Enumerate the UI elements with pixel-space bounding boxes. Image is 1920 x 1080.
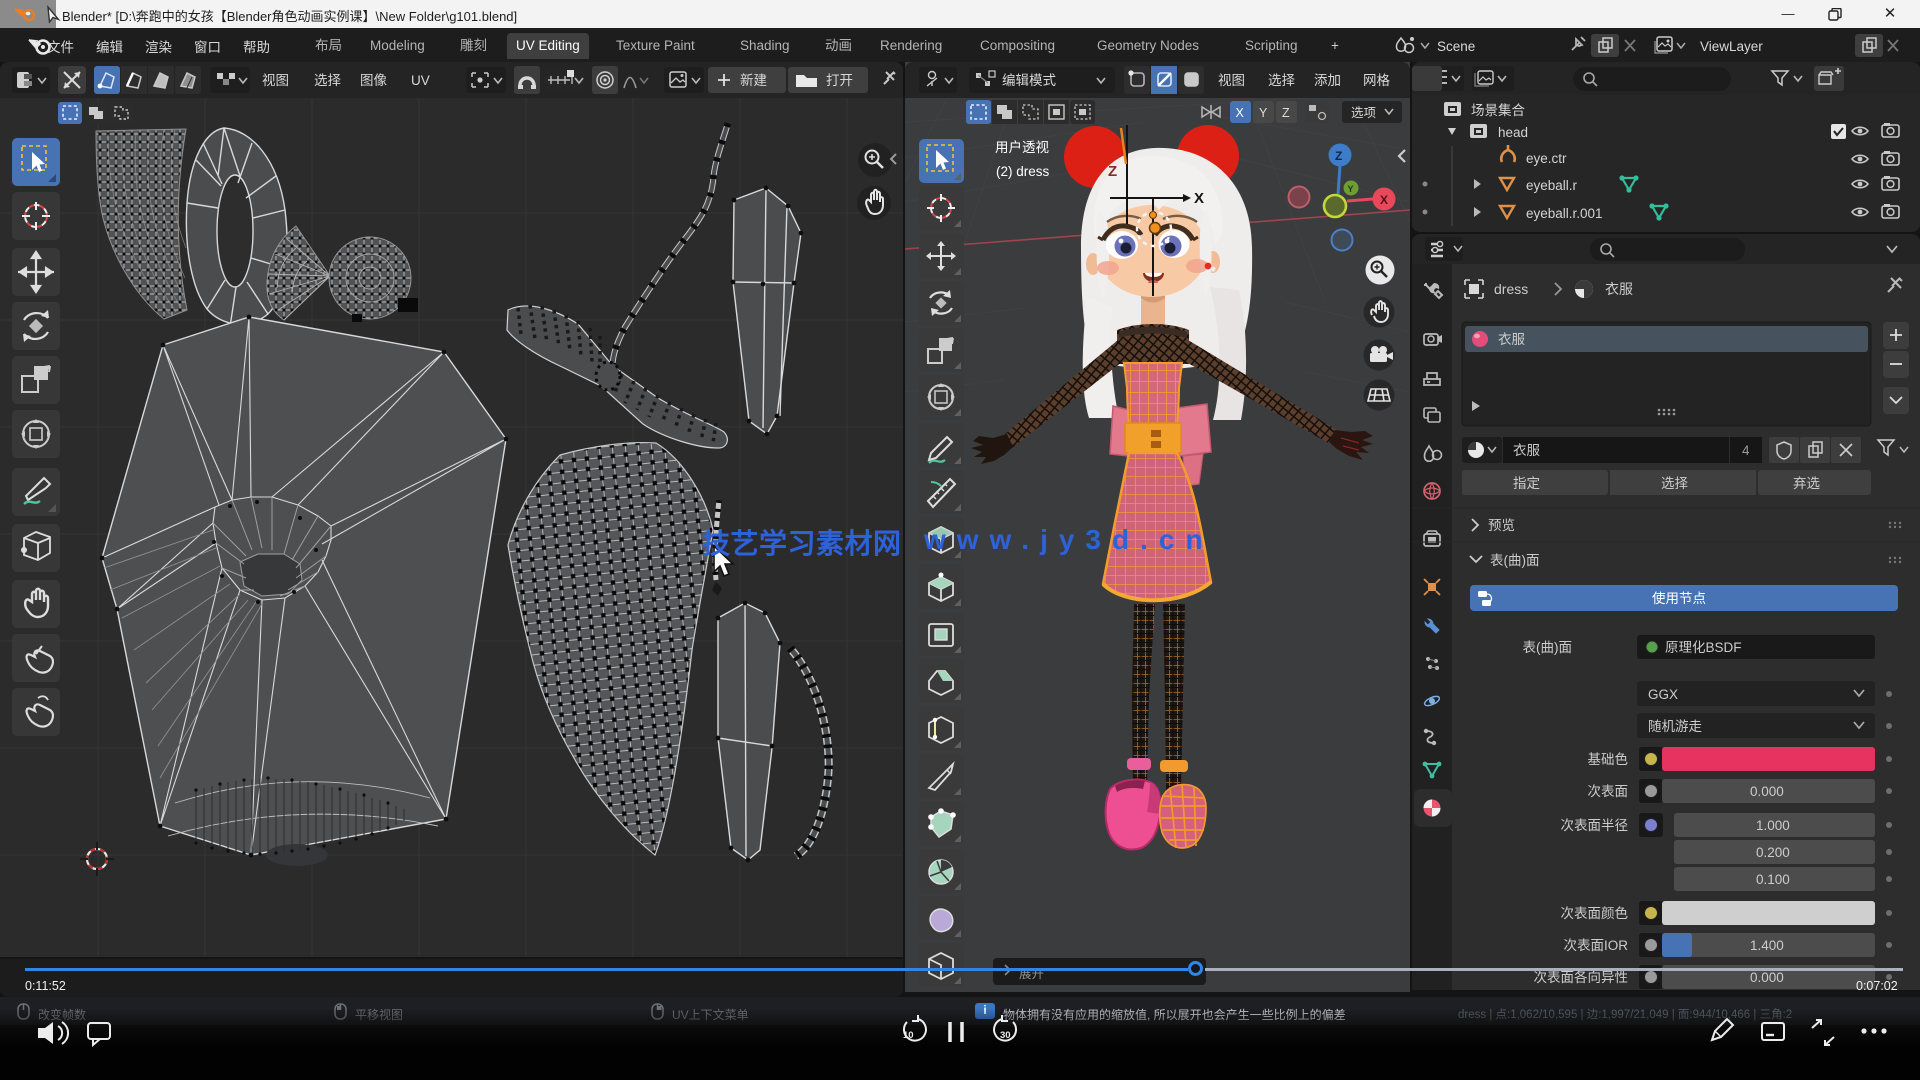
svg-text:选择: 选择 [314,73,341,88]
svg-text:选择: 选择 [1661,476,1689,491]
svg-text:0.000: 0.000 [1750,784,1784,799]
svg-text:1.000: 1.000 [1756,818,1790,833]
svg-text:选项: 选项 [1351,106,1376,120]
svg-text:网格: 网格 [1363,73,1391,88]
svg-text:随机游走: 随机游走 [1648,719,1702,734]
svg-text:图像: 图像 [360,73,387,88]
svg-text:次表面半径: 次表面半径 [1561,818,1629,833]
svg-text:编辑模式: 编辑模式 [1002,73,1056,88]
svg-text:X: X [1194,190,1204,207]
svg-text:eye.ctr: eye.ctr [1526,151,1567,166]
svg-text:Y: Y [1348,184,1354,194]
svg-text:预览: 预览 [1488,518,1515,533]
svg-text:ViewLayer: ViewLayer [1700,39,1763,54]
svg-text:eyeball.r.001: eyeball.r.001 [1526,206,1603,221]
svg-text:X: X [1236,106,1245,120]
svg-text:Y: Y [1259,106,1268,120]
svg-text:基础色: 基础色 [1588,751,1629,767]
svg-text:打开: 打开 [826,72,853,88]
svg-text:次表面各向异性: 次表面各向异性 [1534,970,1629,985]
svg-text:次表面: 次表面 [1588,784,1629,799]
svg-text:衣服: 衣服 [1498,332,1526,347]
svg-text:指定: 指定 [1513,476,1540,491]
svg-text:弃选: 弃选 [1793,476,1821,491]
svg-text:30: 30 [1000,1030,1011,1041]
svg-text:GGX: GGX [1648,687,1678,702]
svg-text:表(曲)面: 表(曲)面 [1523,640,1573,655]
svg-text:次表面颜色: 次表面颜色 [1561,905,1629,921]
svg-text:Z: Z [1108,163,1117,180]
svg-text:UV: UV [411,73,430,88]
svg-text:(2) dress: (2) dress [996,164,1050,179]
svg-text:原理化BSDF: 原理化BSDF [1665,640,1742,655]
svg-text:视图: 视图 [262,73,289,88]
svg-text:场景集合: 场景集合 [1471,103,1525,118]
svg-text:视图: 视图 [1218,73,1245,88]
svg-text:衣服: 衣服 [1513,443,1541,458]
svg-text:用户透视: 用户透视 [995,139,1049,155]
svg-text:表(曲)面: 表(曲)面 [1490,553,1540,568]
svg-text:新建: 新建 [740,73,767,88]
svg-text:Z: Z [1335,149,1342,163]
svg-text:次表面IOR: 次表面IOR [1563,938,1628,953]
svg-text:dress: dress [1494,281,1528,297]
svg-text:1.400: 1.400 [1750,938,1784,953]
svg-text:4: 4 [1742,443,1750,458]
svg-text:选择: 选择 [1268,73,1296,88]
svg-text:添加: 添加 [1314,73,1341,88]
svg-text:衣服: 衣服 [1605,281,1633,297]
svg-text:Z: Z [1282,106,1290,120]
svg-text:10: 10 [903,1030,914,1041]
svg-text:使用节点: 使用节点 [1652,590,1706,606]
svg-text:0.100: 0.100 [1756,872,1790,887]
svg-text:eyeball.r: eyeball.r [1526,178,1578,193]
svg-text:X: X [1380,193,1388,207]
svg-text:Scene: Scene [1437,39,1475,54]
svg-text:0.200: 0.200 [1756,845,1790,860]
svg-text:head: head [1498,125,1528,140]
svg-text:0.000: 0.000 [1750,970,1784,985]
